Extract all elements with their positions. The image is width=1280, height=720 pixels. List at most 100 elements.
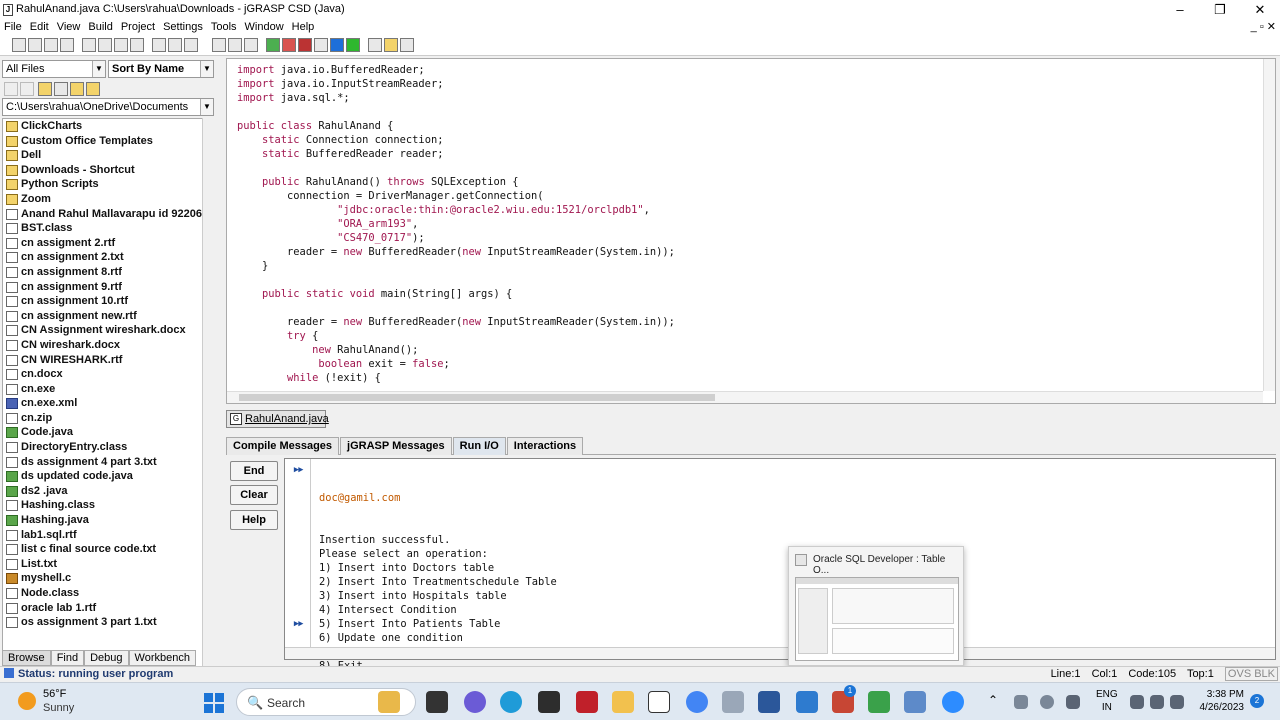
menu-settings[interactable]: Settings: [159, 20, 207, 33]
undo-icon[interactable]: [130, 38, 144, 52]
list-item[interactable]: list c final source code.txt: [3, 542, 213, 557]
folder-up-icon[interactable]: [38, 82, 52, 96]
list-item[interactable]: ClickCharts: [3, 119, 213, 134]
menu-window[interactable]: Window: [241, 20, 288, 33]
list-item[interactable]: List.txt: [3, 557, 213, 572]
blue-square-icon[interactable]: [330, 38, 344, 52]
list-item[interactable]: BST.class: [3, 221, 213, 236]
tray-app-icon[interactable]: [1014, 695, 1028, 709]
taskbar-preview-popup[interactable]: Oracle SQL Developer : Table O...: [788, 546, 964, 666]
list-item[interactable]: cn.exe: [3, 382, 213, 397]
save-icon[interactable]: [28, 38, 42, 52]
edge-icon[interactable]: [500, 691, 522, 713]
list-item[interactable]: CN wireshark.docx: [3, 338, 213, 353]
green-square-icon[interactable]: [346, 38, 360, 52]
list-item[interactable]: lab1.sql.rtf: [3, 528, 213, 543]
weather-sun-icon[interactable]: [18, 692, 36, 710]
code-editor[interactable]: import java.io.BufferedReader; import jav…: [226, 58, 1276, 404]
menu-file[interactable]: File: [0, 20, 26, 33]
inner-window-controls[interactable]: _ ▫ ✕: [1251, 20, 1276, 33]
file-explorer-icon[interactable]: [612, 691, 634, 713]
minimize-button[interactable]: –: [1160, 0, 1200, 20]
weather-temperature[interactable]: 56°F: [43, 688, 66, 700]
page-icon[interactable]: [152, 38, 166, 52]
list-item[interactable]: cn assignment 9.rtf: [3, 280, 213, 295]
open-file-icon[interactable]: [12, 38, 26, 52]
file-list[interactable]: ClickCharts Custom Office Templates Dell Do…: [2, 118, 214, 686]
list-item[interactable]: Code.java: [3, 425, 213, 440]
refresh-icon[interactable]: [54, 82, 68, 96]
list-item[interactable]: cn.exe.xml: [3, 396, 213, 411]
menu-project[interactable]: Project: [117, 20, 159, 33]
word-icon[interactable]: [758, 691, 780, 713]
task-view-icon[interactable]: [426, 691, 448, 713]
list-item[interactable]: myshell.c: [3, 571, 213, 586]
editor-file-tab[interactable]: G RahulAnand.java: [226, 410, 329, 428]
list-item[interactable]: Dell: [3, 148, 213, 163]
tray-cloud-icon[interactable]: [1040, 695, 1054, 709]
list-item[interactable]: CN Assignment wireshark.docx: [3, 323, 213, 338]
list-item[interactable]: Zoom: [3, 192, 213, 207]
forward-icon[interactable]: [20, 82, 34, 96]
list-item[interactable]: cn assigment 2.rtf: [3, 236, 213, 251]
menu-view[interactable]: View: [53, 20, 85, 33]
list-item[interactable]: Hashing.java: [3, 513, 213, 528]
media-icon[interactable]: [868, 691, 890, 713]
save-all-icon[interactable]: [44, 38, 58, 52]
list-item[interactable]: cn assignment 10.rtf: [3, 294, 213, 309]
tab-find[interactable]: Find: [50, 650, 85, 666]
tab-debug[interactable]: Debug: [84, 650, 129, 666]
list-item[interactable]: cn assignment 8.rtf: [3, 265, 213, 280]
start-button[interactable]: [204, 693, 224, 713]
list-item[interactable]: ds assignment 4 part 3.txt: [3, 455, 213, 470]
new-folder-icon[interactable]: [86, 82, 100, 96]
list-item[interactable]: Python Scripts: [3, 177, 213, 192]
list-item[interactable]: DirectoryEntry.class: [3, 440, 213, 455]
clear-button[interactable]: Clear: [230, 485, 278, 505]
page3-icon[interactable]: [184, 38, 198, 52]
weather-condition[interactable]: Sunny: [43, 702, 74, 714]
compile-icon[interactable]: [266, 38, 280, 52]
menu-tools[interactable]: Tools: [207, 20, 241, 33]
page2-icon[interactable]: [168, 38, 182, 52]
tab-compile-messages[interactable]: Compile Messages: [226, 437, 340, 455]
maximize-button[interactable]: ❐: [1200, 0, 1240, 20]
paste-icon[interactable]: [114, 38, 128, 52]
list-item[interactable]: cn.docx: [3, 367, 213, 382]
calculator-icon[interactable]: [796, 691, 818, 713]
applet-icon[interactable]: [314, 38, 328, 52]
copy-icon[interactable]: [98, 38, 112, 52]
debug-icon[interactable]: [298, 38, 312, 52]
editor-vertical-scrollbar[interactable]: [1263, 59, 1275, 391]
tab-jgrasp-messages[interactable]: jGRASP Messages: [340, 437, 452, 455]
check-icon[interactable]: [368, 38, 382, 52]
tab-workbench[interactable]: Workbench: [128, 650, 196, 666]
chat-icon[interactable]: [464, 691, 486, 713]
tab-browse[interactable]: Browse: [2, 650, 51, 666]
document-icon[interactable]: [400, 38, 414, 52]
list-item[interactable]: ds updated code.java: [3, 469, 213, 484]
console-output[interactable]: ▸▸ ▸▸ doc@gamil.com Insertion successful…: [284, 458, 1276, 672]
widgets-icon[interactable]: [378, 691, 400, 713]
tab-run-io[interactable]: Run I/O: [452, 437, 506, 455]
csd-icon[interactable]: [212, 38, 226, 52]
language-indicator[interactable]: ENG IN: [1096, 688, 1118, 714]
notes-icon[interactable]: [904, 691, 926, 713]
jgrasp-taskbar-icon[interactable]: [648, 691, 670, 713]
mcafee-icon[interactable]: [576, 691, 598, 713]
console-horizontal-scrollbar[interactable]: [285, 647, 1275, 659]
system-clock[interactable]: 3:38 PM 4/26/2023: [1196, 688, 1245, 714]
notepad-icon[interactable]: [722, 691, 744, 713]
tray-chevron-up-icon[interactable]: ⌃: [988, 693, 998, 707]
wifi-icon[interactable]: [1130, 695, 1144, 709]
end-button[interactable]: End: [230, 461, 278, 481]
terminal-icon[interactable]: [538, 691, 560, 713]
scroll-thumb[interactable]: [239, 394, 715, 401]
menu-help[interactable]: Help: [288, 20, 319, 33]
menu-edit[interactable]: Edit: [26, 20, 53, 33]
list-item[interactable]: Node.class: [3, 586, 213, 601]
chrome-icon[interactable]: [686, 691, 708, 713]
source-code[interactable]: import java.io.BufferedReader; import jav…: [237, 63, 675, 385]
cut-icon[interactable]: [82, 38, 96, 52]
mail-icon[interactable]: [384, 38, 398, 52]
